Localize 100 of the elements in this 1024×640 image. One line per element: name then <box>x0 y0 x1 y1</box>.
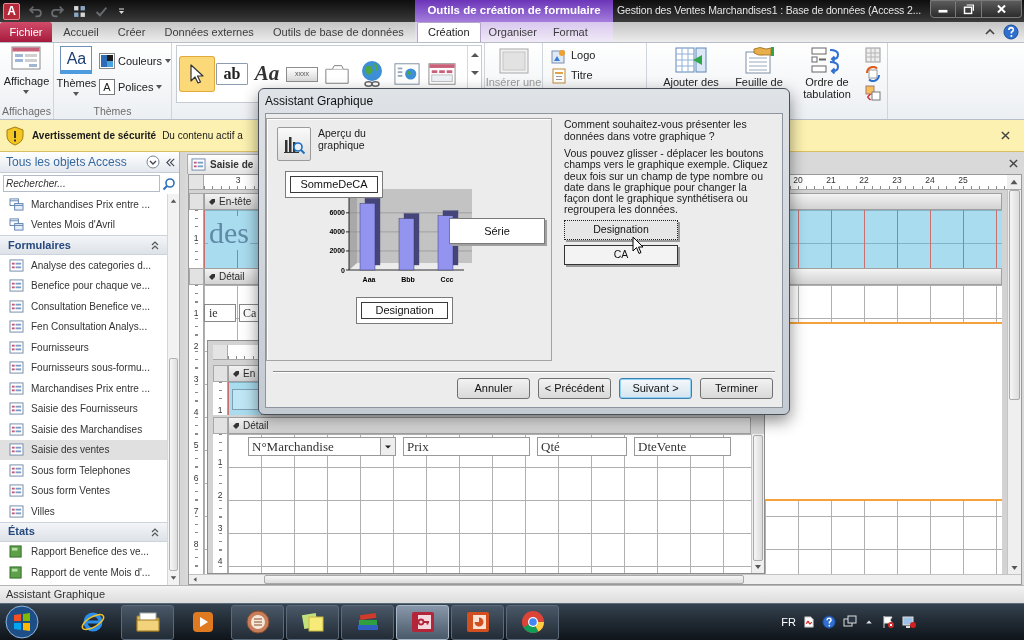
title-button[interactable]: Titre <box>551 67 596 84</box>
ribbon-tab[interactable]: Accueil <box>55 22 107 42</box>
flag-icon[interactable] <box>881 615 895 629</box>
navigation-item[interactable]: Marchandises Prix entre ... <box>0 378 167 399</box>
dialog-button[interactable]: < Précédent <box>538 378 611 399</box>
navigation-item[interactable]: Sous form Ventes <box>0 480 167 501</box>
fonts-button[interactable]: A Polices <box>98 79 171 95</box>
close-icon[interactable] <box>1009 159 1018 168</box>
file-tab[interactable]: Fichier <box>0 22 52 42</box>
search-icon[interactable] <box>162 176 176 191</box>
label-tool[interactable]: Aa <box>250 57 284 91</box>
grid-layout-icon[interactable] <box>73 4 86 18</box>
navigation-item[interactable]: Saisie des Fournisseurs <box>0 398 167 419</box>
help-icon[interactable] <box>1003 24 1019 40</box>
navigation-item[interactable]: Fournisseurs <box>0 337 167 358</box>
ribbon-tab[interactable]: Format <box>544 22 596 42</box>
field-button[interactable]: CA <box>564 244 678 265</box>
navigation-item[interactable]: Benefice pour chaque ve... <box>0 275 167 296</box>
language-indicator[interactable]: FR <box>781 613 796 631</box>
scrollbar-thumb[interactable] <box>753 435 763 561</box>
query-icon <box>9 197 24 211</box>
restore-icon[interactable] <box>956 0 982 18</box>
navigation-item[interactable]: Ventes Mois d'Avril <box>0 214 167 235</box>
fonts-icon: A <box>98 79 115 95</box>
navigation-item[interactable]: Saisie des Marchandises <box>0 419 167 440</box>
ribbon-tab[interactable]: Organiser <box>480 22 545 42</box>
document-tab[interactable]: Saisie de <box>187 154 260 174</box>
navigation-group-header[interactable]: Formulaires <box>0 235 167 255</box>
navigation-item[interactable]: Consultation Benefice ve... <box>0 296 167 317</box>
text-box-control[interactable]: Prix <box>403 437 530 456</box>
text-box-control[interactable]: Qté <box>537 437 627 456</box>
pdf-document-icon[interactable] <box>803 615 815 629</box>
image-frame-icon <box>498 48 529 74</box>
pointer-tool-icon[interactable] <box>180 57 214 91</box>
taskbar-button[interactable] <box>451 604 504 640</box>
ribbon-group-label: Affichages <box>1 104 52 119</box>
ribbon-tab[interactable]: Données externes <box>156 22 262 42</box>
dialog-button[interactable]: Annuler <box>457 378 530 399</box>
taskbar-button[interactable] <box>506 604 559 640</box>
navigation-item[interactable]: Analyse des categories d... <box>0 255 167 276</box>
scroll-up-icon[interactable] <box>1007 175 1021 190</box>
form-icon <box>9 279 24 293</box>
taskbar-button[interactable] <box>396 604 449 640</box>
taskbar-button[interactable] <box>231 604 284 640</box>
themes-button[interactable]: Aa Thèmes <box>54 43 99 104</box>
close-icon[interactable] <box>982 0 1022 18</box>
ruler-number: 21 <box>825 176 837 185</box>
series-drop-zone[interactable]: Série <box>449 218 545 244</box>
help-icon[interactable] <box>822 615 836 629</box>
contextual-tab-group: Outils de création de formulaire <box>415 0 613 22</box>
view-button[interactable]: Affichage <box>2 43 51 104</box>
combo-box-control[interactable]: N°Marchandise <box>248 437 396 456</box>
taskbar-button[interactable] <box>286 604 339 640</box>
dropdown-circle-icon[interactable] <box>146 155 160 169</box>
form-icon <box>9 443 24 457</box>
circular-arrows-icon[interactable] <box>865 66 881 82</box>
ribbon-tab[interactable]: Outils de base de données <box>264 22 412 42</box>
category-field-slot[interactable]: Designation <box>356 297 453 324</box>
sheet-hand-icon <box>743 46 775 74</box>
section-marker-icon <box>232 421 240 430</box>
close-icon[interactable] <box>1001 131 1010 140</box>
form-view-icon <box>11 46 42 70</box>
navigation-item[interactable]: Villes <box>0 501 167 522</box>
swap-squares-icon[interactable] <box>865 85 881 101</box>
scrollbar-thumb[interactable] <box>1009 190 1020 400</box>
field-button[interactable]: Designation <box>564 219 678 240</box>
navigation-item[interactable]: Rapport de vente Mois d'... <box>0 562 167 583</box>
search-field[interactable]: Rechercher... <box>3 175 160 192</box>
ribbon-tab[interactable]: Création <box>417 22 481 42</box>
window-icon[interactable] <box>843 615 857 629</box>
taskbar-button[interactable] <box>121 604 174 640</box>
navigation-item[interactable]: Rapport Benefice des ve... <box>0 541 167 562</box>
double-chevron-left-icon[interactable] <box>165 156 176 168</box>
start-orb-icon[interactable] <box>4 604 40 640</box>
navigation-item[interactable]: Saisie des ventes <box>0 439 167 460</box>
logo-button[interactable]: Logo <box>551 47 596 64</box>
scrollbar-thumb[interactable] <box>169 358 178 571</box>
section-bar[interactable]: Détail <box>228 417 751 434</box>
network-icon[interactable] <box>902 615 916 629</box>
dialog-button[interactable]: Suivant > <box>619 378 692 399</box>
value-field-slot[interactable]: SommeDeCA <box>285 171 383 198</box>
text-box-control[interactable]: DteVente <box>634 437 731 456</box>
navigation-item[interactable]: Fen Consultation Analys... <box>0 316 167 337</box>
navigation-item[interactable]: Sous form Telephones <box>0 460 167 481</box>
ruler-number: 3 <box>234 176 242 185</box>
tab-order-button[interactable]: Ordre de tabulation <box>797 43 857 119</box>
form-icon <box>9 258 24 272</box>
minimize-icon[interactable] <box>930 0 956 18</box>
navigation-group-header[interactable]: États <box>0 521 167 542</box>
mouse-pointer-icon <box>632 236 644 255</box>
navigation-item[interactable]: Fournisseurs sous-formu... <box>0 357 167 378</box>
customize-icon[interactable] <box>116 5 124 17</box>
text-box-control[interactable]: ie <box>204 304 236 322</box>
ribbon-collapse-icon[interactable] <box>985 28 995 36</box>
colors-button[interactable]: Couleurs <box>98 53 171 69</box>
dialog-button[interactable]: Terminer <box>700 378 773 399</box>
scrollbar-thumb[interactable] <box>264 575 744 584</box>
text-box-tool[interactable]: ab <box>216 63 248 85</box>
ribbon-tab[interactable]: Créer <box>109 22 154 42</box>
navigation-item[interactable]: Marchandises Prix entre ... <box>0 194 167 215</box>
